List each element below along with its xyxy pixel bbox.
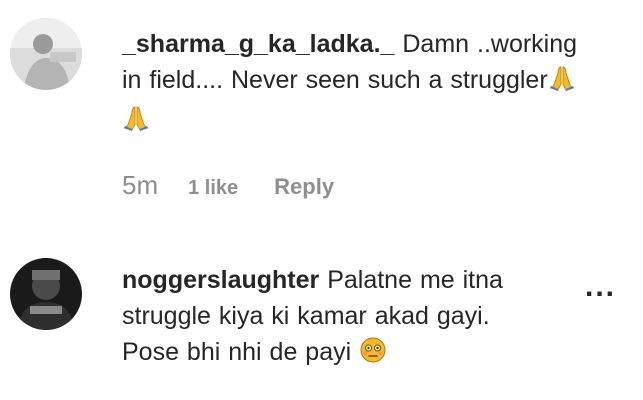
comment-text: _sharma_g_ka_ladka._ Damn ..working in f… [122,26,602,142]
avatar[interactable] [10,18,82,90]
avatar-image [10,18,82,90]
comment-body-line2: struggle kiya ki kamar akad gayi. [122,302,490,330]
comment-text: noggerslaughter Palatne me itna struggle… [122,262,602,374]
avatar[interactable] [10,258,82,330]
folded-hands-icon [548,64,576,102]
flushed-face-icon [359,336,387,374]
comment-time: 5m [122,170,159,200]
comment-meta: 5m 1 like Reply [122,170,334,201]
avatar-image [10,258,82,330]
comment-likes[interactable]: 1 like [188,177,238,200]
comment-username[interactable]: noggerslaughter [122,266,319,294]
comment-username[interactable]: _sharma_g_ka_ladka._ [122,30,394,58]
reply-button[interactable]: Reply [274,174,334,200]
comment-body-line1: Palatne me itna [327,266,503,294]
folded-hands-icon [122,104,150,142]
more-options-button[interactable]: ... [585,270,616,304]
comment-item: _sharma_g_ka_ladka._ Damn ..working in f… [0,0,643,235]
comment-body-line3: Pose bhi nhi de payi [122,338,352,366]
